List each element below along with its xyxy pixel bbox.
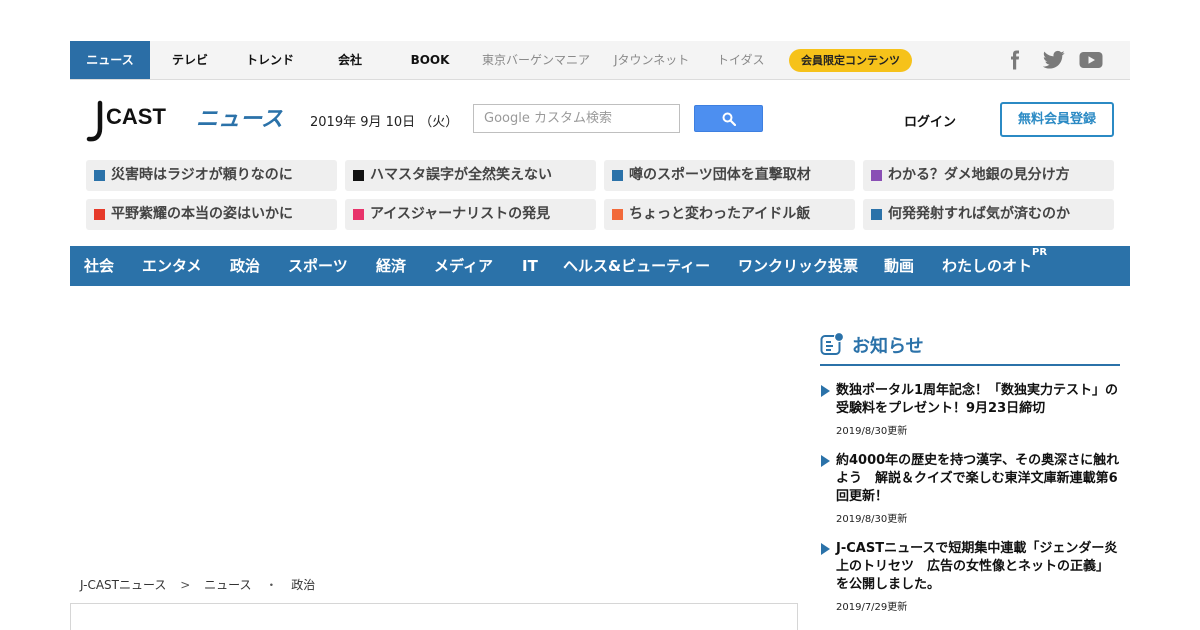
triangle-bullet-icon	[821, 385, 830, 397]
tab-trend[interactable]: トレンド	[230, 41, 310, 79]
search-input[interactable]	[473, 104, 680, 133]
nav-one-click-vote[interactable]: ワンクリック投票	[738, 246, 858, 286]
topic-item[interactable]: ハマスタ誤字が全然笑えない	[345, 160, 596, 191]
notice-item[interactable]: 約4000年の歴史を持つ漢字、その奥深さに触れよう 解説＆クイズで楽しむ東洋文庫…	[820, 452, 1120, 525]
topic-color-marker	[871, 209, 882, 220]
search-icon	[722, 112, 736, 126]
main-navigation: 社会 エンタメ 政治 スポーツ 経済 メディア IT ヘルス&ビューティー ワン…	[70, 246, 1130, 286]
triangle-bullet-icon	[821, 543, 830, 555]
notice-date: 2019/8/30更新	[836, 514, 908, 525]
search-button[interactable]	[694, 105, 763, 132]
topic-item[interactable]: 平野紫耀の本当の姿はいかに	[86, 199, 337, 230]
link-toidasu[interactable]: トイダス	[717, 41, 765, 79]
triangle-bullet-icon	[821, 455, 830, 467]
twitter-icon[interactable]	[1043, 50, 1065, 70]
topic-label: 災害時はラジオが頼りなのに	[111, 167, 293, 183]
nav-society[interactable]: 社会	[84, 246, 114, 286]
notice-icon	[820, 332, 844, 355]
topic-item[interactable]: わかる？ダメ地銀の見分け方	[863, 160, 1114, 191]
notice-text[interactable]: 約4000年の歴史を持つ漢字、その奥深さに触れよう 解説＆クイズで楽しむ東洋文庫…	[836, 452, 1120, 506]
nav-health-beauty[interactable]: ヘルス&ビューティー	[563, 246, 710, 286]
topic-item[interactable]: ちょっと変わったアイドル飯	[604, 199, 855, 230]
notices-header: お知らせ	[820, 330, 1120, 366]
notice-item[interactable]: 数独ポータル1周年記念！「数独実力テスト」の受験料をプレゼント！9月23日締切 …	[820, 382, 1120, 437]
nav-watashi-no-oto[interactable]: わたしのオト	[942, 246, 1032, 286]
topic-label: ちょっと変わったアイドル飯	[629, 206, 811, 222]
topic-label: 噂のスポーツ団体を直撃取材	[629, 167, 811, 183]
topic-label: わかる？ダメ地銀の見分け方	[888, 167, 1070, 183]
topic-label: 平野紫耀の本当の姿はいかに	[111, 206, 293, 222]
topic-item[interactable]: 何発発射すれば気が済むのか	[863, 199, 1114, 230]
link-tokyo-bargain-mania[interactable]: 東京バーゲンマニア	[482, 41, 590, 79]
tab-news[interactable]: ニュース	[70, 41, 150, 79]
topic-color-marker	[353, 209, 364, 220]
nav-media[interactable]: メディア	[434, 246, 493, 286]
nav-entertainment[interactable]: エンタメ	[142, 246, 202, 286]
youtube-icon[interactable]	[1079, 50, 1103, 70]
topic-item[interactable]: 噂のスポーツ団体を直撃取材	[604, 160, 855, 191]
topic-item[interactable]: アイスジャーナリストの発見	[345, 199, 596, 230]
notice-text[interactable]: 数独ポータル1周年記念！「数独実力テスト」の受験料をプレゼント！9月23日締切	[836, 382, 1120, 418]
breadcrumb-section[interactable]: ニュース	[204, 578, 251, 592]
nav-economy[interactable]: 経済	[376, 246, 406, 286]
topic-color-marker	[353, 170, 364, 181]
member-content-badge[interactable]: 会員限定コンテンツ	[789, 49, 912, 72]
breadcrumb-home[interactable]: J-CASTニュース	[80, 578, 166, 592]
breadcrumb-separator: >	[180, 578, 191, 592]
topic-color-marker	[871, 170, 882, 181]
nav-politics[interactable]: 政治	[230, 246, 260, 286]
topic-label: 何発発射すれば気が済むのか	[888, 206, 1070, 222]
nav-video[interactable]: 動画	[884, 246, 914, 286]
notice-date: 2019/8/30更新	[836, 426, 908, 437]
topic-color-marker	[94, 209, 105, 220]
nav-it[interactable]: IT	[522, 246, 538, 286]
login-link[interactable]: ログイン	[904, 111, 956, 130]
free-register-button[interactable]: 無料会員登録	[1000, 102, 1114, 137]
topic-color-marker	[612, 209, 623, 220]
j-cast-news-logo[interactable]: CAST ニュース	[86, 100, 286, 142]
tab-book[interactable]: BOOK	[390, 41, 470, 79]
notice-date: 2019/7/29更新	[836, 602, 908, 613]
link-j-town-net[interactable]: Jタウンネット	[614, 41, 689, 79]
logo-cast-text: CAST	[106, 104, 166, 129]
breadcrumb-category[interactable]: 政治	[291, 578, 315, 592]
article-container	[70, 603, 798, 630]
pr-badge: PR	[1032, 247, 1048, 258]
tab-company[interactable]: 会社	[310, 41, 390, 79]
topic-color-marker	[612, 170, 623, 181]
notice-item[interactable]: J-CASTニュースで短期集中連載「ジェンダー炎上のトリセツ 広告の女性像とネッ…	[820, 540, 1120, 613]
notice-text[interactable]: J-CASTニュースで短期集中連載「ジェンダー炎上のトリセツ 広告の女性像とネッ…	[836, 540, 1120, 594]
current-date: 2019年 9月 10日 （火）	[310, 115, 459, 130]
facebook-icon[interactable]	[1008, 50, 1022, 70]
topic-label: ハマスタ誤字が全然笑えない	[370, 167, 552, 183]
tab-tv[interactable]: テレビ	[150, 41, 230, 79]
topic-item[interactable]: 災害時はラジオが頼りなのに	[86, 160, 337, 191]
topic-label: アイスジャーナリストの発見	[370, 206, 551, 222]
topic-color-marker	[94, 170, 105, 181]
nav-sports[interactable]: スポーツ	[288, 246, 348, 286]
breadcrumb: J-CASTニュース > ニュース ・ 政治	[80, 576, 325, 593]
breadcrumb-separator: ・	[265, 578, 278, 592]
notices-title: お知らせ	[852, 336, 924, 357]
logo-news-text: ニュース	[196, 107, 283, 132]
top-bar: ニュース テレビ トレンド 会社 BOOK 東京バーゲンマニア Jタウンネット …	[70, 41, 1130, 80]
